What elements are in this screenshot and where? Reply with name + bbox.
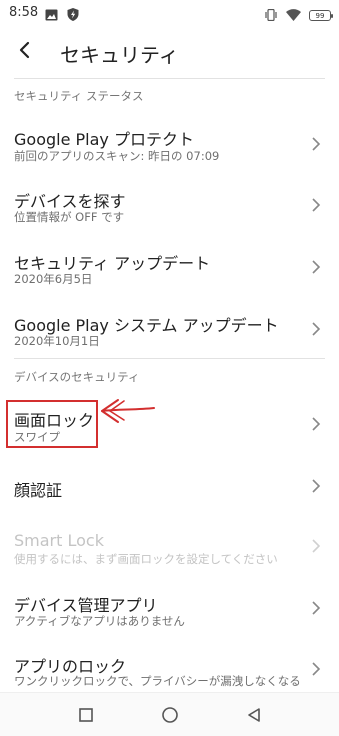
battery-level: 99 bbox=[315, 11, 325, 20]
status-time: 8:58 bbox=[9, 5, 39, 20]
page-title: セキュリティ bbox=[60, 43, 179, 67]
chevron-right-icon bbox=[312, 539, 321, 553]
chevron-right-icon bbox=[312, 260, 321, 274]
chevron-right-icon bbox=[312, 137, 321, 151]
row-title: Google Play プロテクト bbox=[14, 130, 194, 149]
wifi-icon bbox=[286, 6, 301, 25]
row-subtitle: 前回のアプリのスキャン: 昨日の 07:09 bbox=[14, 149, 220, 163]
row-face-unlock[interactable]: 顔認証 bbox=[0, 458, 339, 514]
row-title: 顔認証 bbox=[14, 481, 63, 500]
row-play-system-update[interactable]: Google Play システム アップデート 2020年10月1日 bbox=[0, 300, 339, 358]
image-icon bbox=[45, 6, 58, 25]
section-header-device-security: デバイスのセキュリティ bbox=[14, 370, 140, 384]
home-circle-icon bbox=[162, 707, 178, 723]
row-subtitle: 2020年10月1日 bbox=[14, 334, 100, 348]
navigation-bar bbox=[0, 692, 339, 736]
annotation-highlight-box bbox=[6, 400, 98, 448]
battery-icon: 99 bbox=[309, 10, 333, 21]
back-triangle-icon bbox=[248, 708, 260, 722]
row-app-lock[interactable]: アプリのロック ワンクリックロックで、プライバシーが漏洩しなくなる bbox=[0, 644, 339, 690]
annotation-arrow-icon bbox=[101, 399, 155, 423]
row-smart-lock: Smart Lock 使用するには、まず画面ロックを設定してください bbox=[0, 520, 339, 576]
shield-icon bbox=[67, 6, 79, 25]
chevron-right-icon bbox=[312, 322, 321, 336]
chevron-right-icon bbox=[312, 417, 321, 431]
row-subtitle: 使用するには、まず画面ロックを設定してください bbox=[14, 552, 278, 566]
chevron-right-icon bbox=[312, 479, 321, 493]
row-title: Smart Lock bbox=[14, 531, 104, 550]
section-header-security-status: セキュリティ ステータス bbox=[14, 89, 144, 103]
back-arrow-icon bbox=[17, 41, 31, 63]
row-find-my-device[interactable]: デバイスを探す 位置情報が OFF です bbox=[0, 176, 339, 234]
row-subtitle: ワンクリックロックで、プライバシーが漏洩しなくなる bbox=[14, 674, 301, 688]
recents-button[interactable] bbox=[75, 704, 97, 726]
app-bar: セキュリティ bbox=[0, 26, 339, 78]
nav-back-button[interactable] bbox=[243, 704, 265, 726]
chevron-right-icon bbox=[312, 198, 321, 212]
row-device-admin-apps[interactable]: デバイス管理アプリ アクティブなアプリはありません bbox=[0, 582, 339, 638]
vibrate-icon bbox=[264, 6, 278, 25]
status-bar: 8:58 99 bbox=[0, 0, 339, 26]
row-security-update[interactable]: セキュリティ アップデート 2020年6月5日 bbox=[0, 238, 339, 296]
row-google-play-protect[interactable]: Google Play プロテクト 前回のアプリのスキャン: 昨日の 07:09 bbox=[0, 114, 339, 172]
row-subtitle: 位置情報が OFF です bbox=[14, 210, 125, 224]
row-subtitle: 2020年6月5日 bbox=[14, 272, 93, 286]
back-button[interactable] bbox=[10, 38, 38, 66]
recents-square-icon bbox=[79, 708, 93, 722]
divider bbox=[14, 358, 325, 359]
divider bbox=[14, 78, 325, 79]
row-subtitle: アクティブなアプリはありません bbox=[14, 614, 185, 628]
chevron-right-icon bbox=[312, 662, 321, 676]
home-button[interactable] bbox=[159, 704, 181, 726]
chevron-right-icon bbox=[312, 601, 321, 615]
